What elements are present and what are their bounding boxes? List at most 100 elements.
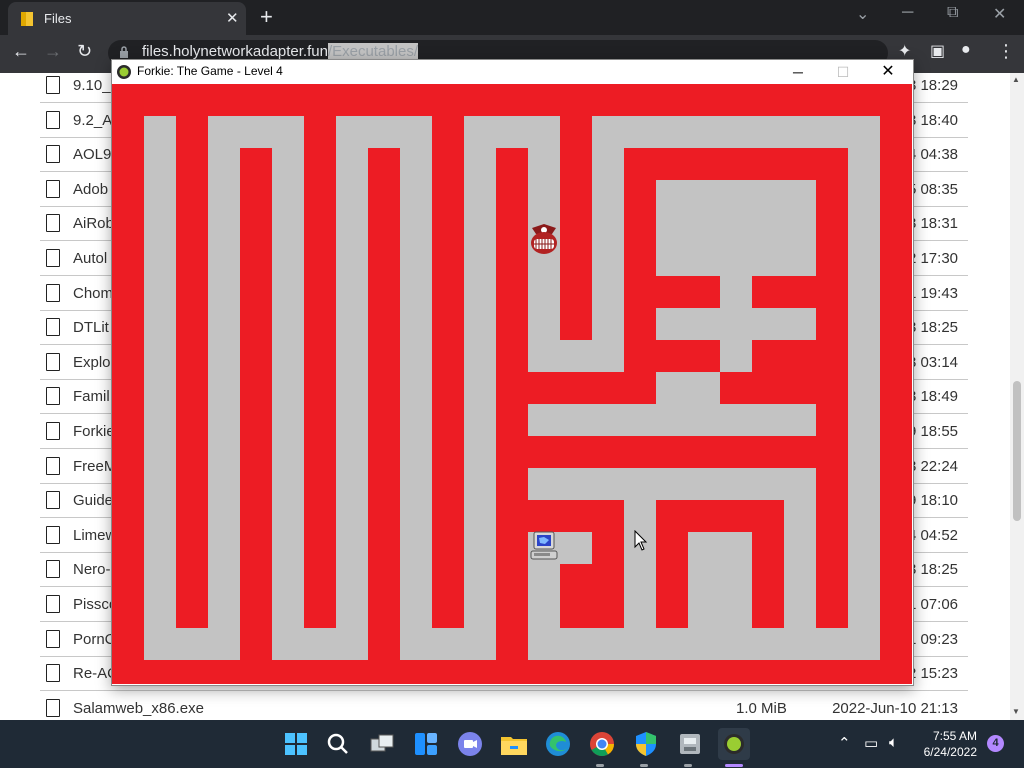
file-date: 3 22:24 (907, 457, 958, 475)
network-icon[interactable]: ▭ (864, 734, 878, 752)
maze-path (144, 116, 176, 628)
game-maximize-button[interactable]: ☐ (821, 61, 865, 83)
maze-path (528, 628, 880, 660)
url-text[interactable]: files.holynetworkadapter.fun/Executables… (142, 43, 419, 60)
extensions-icon[interactable]: ✦ (898, 41, 911, 61)
game-window-title: Forkie: The Game - Level 4 (137, 64, 283, 78)
file-date: 3 03:14 (907, 353, 958, 371)
file-name-link[interactable]: DTLit (73, 319, 109, 336)
file-icon (46, 352, 60, 371)
notification-badge[interactable]: 4 (987, 735, 1004, 752)
file-name-link[interactable]: Nero- (73, 561, 111, 578)
scroll-down-icon[interactable]: ▼ (1012, 707, 1020, 716)
file-date: 2 15:23 (907, 665, 958, 683)
window-minimize-button[interactable]: ─ (902, 4, 913, 22)
back-button[interactable]: ← (12, 41, 30, 62)
file-icon (46, 456, 60, 475)
reload-button[interactable]: ↻ (77, 41, 92, 62)
system-tool-icon[interactable] (674, 728, 706, 760)
file-date: 9 18:55 (907, 423, 958, 440)
file-icon (46, 422, 60, 440)
file-icon (46, 664, 60, 683)
browser-tab[interactable]: Files ✕ (8, 2, 246, 35)
file-date: 9 18:10 (907, 492, 958, 510)
volume-icon[interactable]: 🔈︎ (889, 734, 898, 751)
file-name-link[interactable]: Chom (73, 285, 113, 302)
windows-security-icon[interactable] (630, 728, 662, 760)
tray-overflow-chevron-icon[interactable]: ⌃ (838, 734, 851, 752)
windows-start-icon[interactable] (280, 728, 312, 760)
file-name-link[interactable]: Forkie (73, 423, 115, 440)
forward-button[interactable]: → (44, 41, 62, 62)
file-icon (46, 387, 60, 406)
maze-path (400, 628, 496, 660)
file-icon (46, 560, 60, 579)
search-icon[interactable] (322, 728, 354, 760)
chrome-running-indicator (596, 764, 604, 767)
file-row[interactable]: Salamweb_x86.exe 1.0 MiB 2022-Jun-10 21:13 (40, 691, 968, 720)
player-computer-sprite (530, 531, 558, 560)
edge-icon[interactable] (542, 728, 574, 760)
file-date: 3 18:31 (907, 215, 958, 233)
file-name-link[interactable]: 9.2_A (73, 112, 112, 129)
lock-icon (120, 46, 128, 58)
widgets-icon[interactable] (410, 728, 442, 760)
maze-path (656, 308, 816, 340)
maze-path (656, 372, 720, 404)
file-date: 3 18:25 (907, 561, 958, 579)
task-view-icon[interactable] (366, 728, 398, 760)
file-name-link[interactable]: FreeM (73, 458, 116, 475)
tab-search-chevron-icon[interactable]: ⌄ (856, 4, 869, 24)
game-close-button[interactable]: ✕ (866, 61, 910, 83)
file-date: 4 04:52 (907, 526, 958, 544)
file-name-link[interactable]: 9.10_ (73, 77, 111, 94)
file-name-link[interactable]: Autol (73, 250, 107, 267)
file-size: 1.0 MiB (736, 699, 787, 717)
file-name-link[interactable]: Famil (73, 388, 110, 405)
file-date: 1 09:23 (907, 630, 958, 648)
file-icon (46, 145, 60, 164)
file-icon (46, 179, 60, 198)
maze-path (592, 116, 880, 148)
file-icon (46, 318, 60, 337)
browser-menu-icon[interactable]: ⋮ (997, 41, 1015, 62)
clock-date[interactable]: 6/24/2022 (924, 745, 977, 759)
file-name-link[interactable]: AiRob (73, 215, 114, 232)
game-titlebar[interactable]: Forkie: The Game - Level 4 ─ ☐ ✕ (112, 60, 913, 84)
file-icon (46, 214, 60, 233)
window-restore-button[interactable]: ⧉ (947, 4, 958, 22)
maze-path (144, 628, 240, 660)
clock-time[interactable]: 7:55 AM (933, 729, 977, 743)
file-name-link[interactable]: Adob (73, 181, 108, 198)
file-name-link[interactable]: Explo (73, 354, 111, 371)
new-tab-button[interactable]: + (260, 4, 273, 30)
maze-board[interactable] (112, 84, 912, 684)
window-close-button[interactable]: ✕ (993, 4, 1006, 24)
file-name-link[interactable]: Limew (73, 527, 116, 544)
file-icon (46, 698, 60, 717)
file-name-link[interactable]: Salamweb_x86.exe (73, 700, 204, 717)
teams-chat-icon[interactable] (454, 728, 486, 760)
scrollbar-thumb[interactable] (1013, 381, 1021, 521)
tab-close-button[interactable]: ✕ (226, 9, 239, 27)
scroll-up-icon[interactable]: ▲ (1012, 75, 1020, 84)
maze-path (784, 500, 816, 660)
file-icon (46, 525, 60, 544)
file-date: 3 18:29 (907, 77, 958, 94)
file-name-link[interactable]: AOL9 (73, 146, 111, 163)
game-minimize-button[interactable]: ─ (776, 61, 820, 83)
url-host: files.holynetworkadapter.fun (142, 43, 328, 60)
page-scrollbar[interactable]: ▲ ▼ (1010, 73, 1024, 720)
file-date: 1 07:06 (907, 596, 958, 613)
file-name-link[interactable]: PornC (73, 631, 116, 648)
chrome-icon[interactable] (586, 728, 618, 760)
forkie-game-taskbar-icon[interactable] (718, 728, 750, 760)
maze-path (528, 404, 816, 436)
tab-title: Files (44, 11, 72, 26)
file-name-link[interactable]: Guide (73, 492, 113, 509)
maze-path (688, 532, 752, 628)
game-window[interactable]: Forkie: The Game - Level 4 ─ ☐ ✕ (111, 59, 914, 686)
side-panel-icon[interactable]: ▣ (930, 41, 945, 61)
file-explorer-icon[interactable] (498, 728, 530, 760)
profile-icon[interactable]: ● (961, 41, 971, 59)
